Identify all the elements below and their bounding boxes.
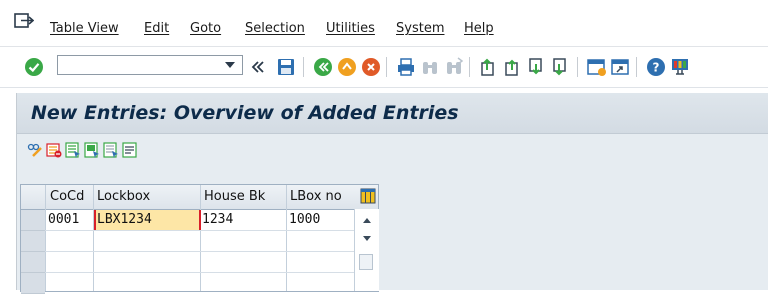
toolbar-separator	[636, 57, 637, 77]
cell-cocd[interactable]	[48, 252, 92, 272]
menu-utilities[interactable]: Utilities	[326, 21, 375, 36]
cancel-red-icon[interactable]	[361, 57, 381, 77]
save-icon[interactable]	[276, 57, 296, 77]
shortcut-icon[interactable]	[610, 57, 630, 77]
title-bar: New Entries: Overview of Added Entries	[17, 93, 768, 134]
vertical-scrollbar[interactable]	[354, 209, 379, 291]
menu-table-view[interactable]: Table View	[50, 21, 119, 36]
cell-lockbox[interactable]	[96, 252, 198, 272]
details-icon[interactable]	[122, 142, 138, 158]
row-selector[interactable]	[21, 231, 45, 252]
scroll-up-icon[interactable]	[362, 216, 372, 224]
menu-help[interactable]: Help	[464, 21, 494, 36]
previous-page-icon[interactable]	[502, 57, 522, 77]
row-selector[interactable]	[21, 273, 45, 294]
cell-lockbox[interactable]	[96, 273, 198, 293]
table-settings-icon[interactable]	[360, 188, 376, 204]
enter-checkmark-icon[interactable]	[24, 57, 44, 77]
column-divider	[200, 185, 201, 291]
column-header-lockbox[interactable]: Lockbox	[97, 189, 150, 204]
menu-selection[interactable]: Selection	[245, 21, 305, 36]
column-divider	[93, 185, 94, 291]
menu-edit[interactable]: Edit	[144, 21, 169, 36]
delete-icon[interactable]	[46, 142, 62, 158]
help-icon[interactable]: ?	[646, 57, 666, 77]
back-chevron-icon[interactable]	[248, 57, 268, 77]
cell-lbox-no[interactable]	[289, 231, 351, 251]
cell-lbox-no[interactable]: 1000	[289, 210, 351, 230]
page-title: New Entries: Overview of Added Entries	[31, 102, 459, 124]
toolbar-separator	[577, 57, 578, 77]
menu-system[interactable]: System	[396, 21, 444, 36]
new-session-icon[interactable]	[586, 57, 606, 77]
column-divider	[286, 185, 287, 291]
next-page-icon[interactable]	[526, 57, 546, 77]
command-field[interactable]	[57, 55, 243, 75]
toolbar-separator	[386, 57, 387, 77]
cell-house-bk[interactable]	[202, 231, 284, 251]
column-header-house-bk[interactable]: House Bk	[204, 189, 265, 204]
cell-lockbox[interactable]	[96, 231, 198, 251]
cell-house-bk[interactable]	[202, 273, 284, 293]
toolbar-separator	[469, 57, 470, 77]
toolbar-separator	[303, 57, 304, 77]
column-divider	[45, 185, 46, 291]
column-header-cocd[interactable]: CoCd	[50, 189, 84, 204]
deselect-all-icon[interactable]	[103, 142, 119, 158]
change-display-icon[interactable]	[27, 142, 43, 158]
cell-lbox-no[interactable]	[289, 273, 351, 293]
cell-lbox-no[interactable]	[289, 252, 351, 272]
find-icon[interactable]	[420, 57, 440, 77]
application-toolbar	[17, 134, 768, 172]
cell-house-bk[interactable]	[202, 252, 284, 272]
row-selector[interactable]	[21, 210, 45, 231]
last-page-icon[interactable]	[550, 57, 570, 77]
select-all-icon[interactable]	[65, 142, 81, 158]
svg-text:?: ?	[653, 61, 660, 75]
cell-house-bk[interactable]: 1234	[202, 210, 284, 230]
cell-cocd[interactable]	[48, 231, 92, 251]
dropdown-arrow-icon[interactable]	[224, 60, 236, 70]
standard-toolbar: ?	[0, 47, 768, 88]
first-page-icon[interactable]	[478, 57, 498, 77]
column-header-lbox-no[interactable]: LBox no	[290, 189, 342, 204]
back-green-icon[interactable]	[313, 57, 333, 77]
menu-bar: Table View Edit Goto Selection Utilities…	[0, 0, 768, 47]
print-icon[interactable]	[396, 57, 416, 77]
row-selector[interactable]	[21, 252, 45, 273]
scroll-thumb[interactable]	[359, 254, 373, 270]
customize-layout-icon[interactable]	[670, 57, 690, 77]
cell-cocd[interactable]	[48, 273, 92, 293]
find-next-icon[interactable]	[444, 57, 464, 77]
cell-cocd[interactable]: 0001	[48, 210, 92, 230]
exit-orange-icon[interactable]	[337, 57, 357, 77]
main-content: New Entries: Overview of Added Entries C…	[16, 93, 768, 294]
menu-goto[interactable]: Goto	[190, 21, 221, 36]
scroll-down-icon[interactable]	[362, 235, 372, 243]
entries-table: CoCd Lockbox House Bk LBox no 0001 LBX12…	[20, 184, 379, 294]
exit-menu-icon[interactable]	[14, 13, 34, 29]
select-block-icon[interactable]	[84, 142, 100, 158]
cell-lockbox[interactable]: LBX1234	[94, 210, 201, 230]
